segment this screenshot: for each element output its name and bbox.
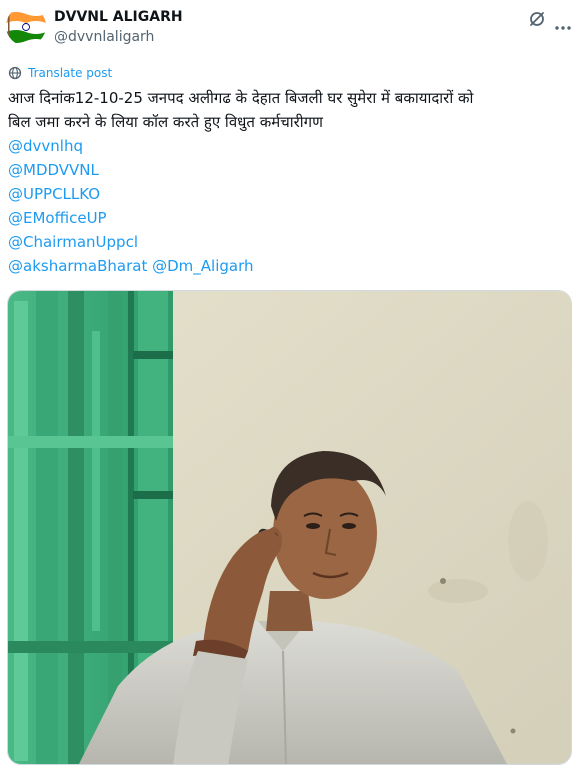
post-text-line-1: आज दिनांक12-10-25 जनपद अलीगढ के देहात बि… [8, 89, 474, 107]
more-dots-icon[interactable] [554, 16, 572, 30]
mentions-list: @dvvnlhq @MDDVVNL @UPPCLLKO @EMofficeUP … [8, 134, 568, 278]
author-handle[interactable]: @dvvnlaligarh [54, 28, 183, 46]
mention-link[interactable]: @aksharmaBharat [8, 257, 147, 275]
mention-link[interactable]: @MDDVVNL [8, 161, 99, 179]
translate-row[interactable]: Translate post [8, 64, 112, 82]
post-text: आज दिनांक12-10-25 जनपद अलीगढ के देहात बि… [8, 86, 568, 134]
author-display-name[interactable]: DVVNL ALIGARH [54, 8, 183, 26]
mention-link[interactable]: @EMofficeUP [8, 209, 107, 227]
post-photo[interactable] [7, 290, 572, 765]
photo-image [8, 291, 571, 764]
post-text-line-2: बिल जमा करने के लिया कॉल करते हुए विधुत … [8, 113, 323, 131]
tweet-card: DVVNL ALIGARH @dvvnlaligarh Translate po… [0, 0, 582, 769]
mention-link[interactable]: @ChairmanUppcl [8, 233, 138, 251]
translate-post-link[interactable]: Translate post [28, 66, 112, 80]
mention-link[interactable]: @dvvnlhq [8, 137, 83, 155]
tweet-header: DVVNL ALIGARH @dvvnlaligarh [6, 6, 572, 50]
grok-icon[interactable] [528, 10, 546, 28]
globe-icon [8, 66, 22, 80]
mention-link[interactable]: @UPPCLLKO [8, 185, 100, 203]
mention-link[interactable]: @Dm_Aligarh [152, 257, 253, 275]
india-flag-avatar-icon [6, 6, 46, 46]
avatar[interactable] [6, 6, 46, 46]
author-names: DVVNL ALIGARH @dvvnlaligarh [54, 8, 183, 46]
